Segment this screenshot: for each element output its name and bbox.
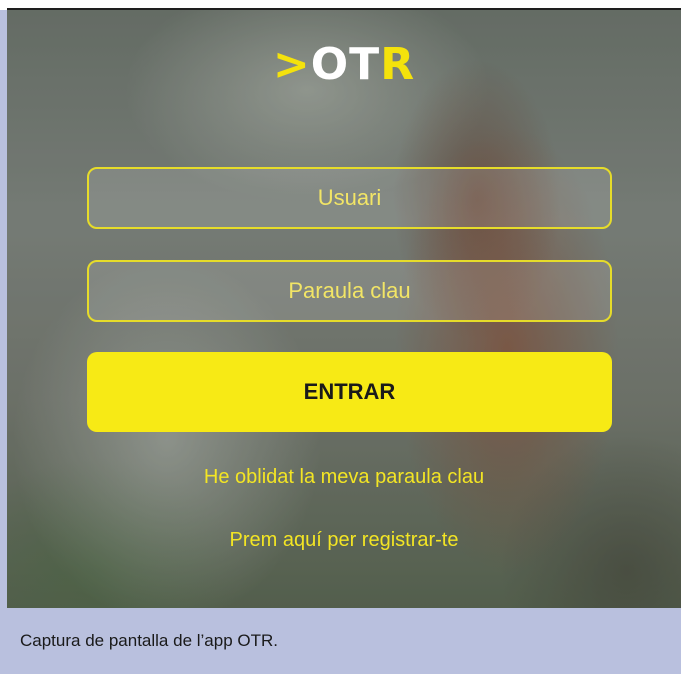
login-button[interactable]: ENTRAR bbox=[87, 352, 612, 432]
username-input[interactable] bbox=[89, 168, 610, 228]
figure-caption: Captura de pantalla de l’app OTR. bbox=[0, 608, 681, 674]
password-input[interactable] bbox=[89, 261, 610, 321]
caption-text: Captura de pantalla de l’app OTR. bbox=[20, 631, 278, 650]
logo-text-white: OT bbox=[310, 39, 381, 90]
logo-chevron: > bbox=[272, 39, 311, 90]
top-border bbox=[0, 0, 681, 10]
forgot-password-link[interactable]: He oblidat la meva paraula clau bbox=[7, 466, 681, 489]
password-field-container bbox=[87, 260, 612, 322]
register-link[interactable]: Prem aquí per registrar-te bbox=[7, 529, 681, 552]
figure: >OTR ENTRAR He oblidat la meva paraula c… bbox=[0, 0, 681, 674]
app-screen: >OTR ENTRAR He oblidat la meva paraula c… bbox=[7, 10, 681, 608]
otr-logo: >OTR bbox=[7, 40, 681, 90]
username-field-container bbox=[87, 167, 612, 229]
logo-text-accent: R bbox=[380, 39, 416, 90]
